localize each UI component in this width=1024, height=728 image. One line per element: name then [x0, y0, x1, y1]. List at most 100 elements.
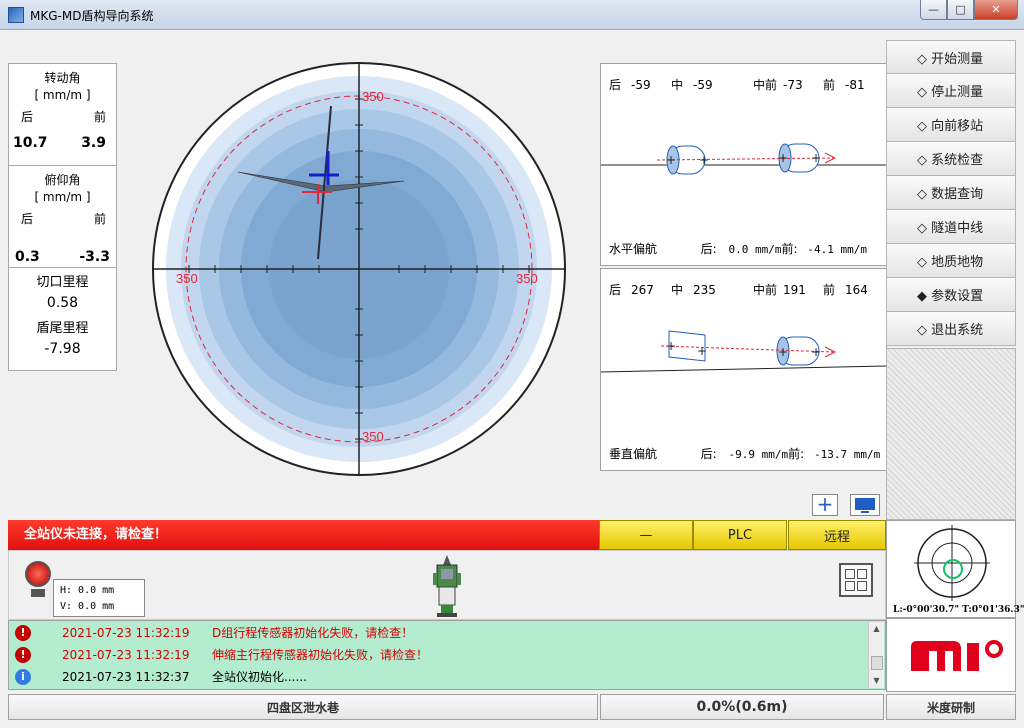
maximize-button[interactable]: □	[947, 0, 974, 20]
svg-text:+: +	[778, 151, 788, 165]
info-icon: i	[15, 669, 31, 685]
move-station-button[interactable]: ◇ 向前移站	[886, 108, 1016, 142]
alert-bar: 全站仪未连接，请检查！	[8, 520, 599, 550]
rotation-title: 转动角	[44, 71, 81, 85]
main-area: 转动角 [ mm/m ] 后 前 10.7 3.9 俯仰角 [ mm/m ] 后…	[8, 30, 1024, 722]
app-icon	[8, 7, 24, 23]
log-row: i 2021-07-23 11:32:37 全站仪初始化......	[9, 667, 869, 687]
log-row: ! 2021-07-23 11:32:19 D组行程传感器初始化失败，请检查！	[9, 623, 869, 643]
pitch-panel: 俯仰角 [ mm/m ] 后 前 0.3 -3.3	[8, 165, 117, 268]
start-measure-button[interactable]: ◇ 开始测量	[886, 40, 1016, 74]
log-scrollbar[interactable]: ▲ ▼	[868, 622, 884, 688]
scroll-up-icon[interactable]: ▲	[869, 622, 884, 636]
error-icon: !	[15, 647, 31, 663]
geology-button[interactable]: ◇ 地质地物	[886, 244, 1016, 278]
company-logo	[886, 618, 1016, 692]
parameter-settings-button[interactable]: ◆ 参数设置	[886, 278, 1016, 312]
prism-icon	[25, 561, 51, 587]
v-coordinate: V: 0.0 mm	[60, 601, 115, 612]
title-bar: MKG-MD盾构导向系统 — □ ✕	[0, 0, 1024, 30]
progress-field: 0.0%(0.6m)	[600, 694, 884, 720]
vertical-rear-label: 后:	[700, 447, 717, 461]
pitch-front-label: 前	[93, 212, 106, 226]
data-query-button[interactable]: ◇ 数据查询	[886, 176, 1016, 210]
vertical-title: 垂直偏航	[609, 447, 658, 461]
rotation-rear-label: 后	[21, 110, 34, 124]
pitch-front-value: -3.3	[79, 249, 110, 265]
horizontal-front-label: 前:	[781, 242, 798, 256]
mido-logo	[911, 640, 1003, 671]
menu-filler	[886, 348, 1016, 520]
cut-mileage-value: 0.58	[46, 295, 79, 311]
svg-text:+: +	[811, 151, 821, 165]
rotation-panel: 转动角 [ mm/m ] 后 前 10.7 3.9	[8, 63, 117, 166]
target-circle-view: 350 350 350 350	[152, 62, 566, 476]
total-station-mini-view: L:-0°00'30.7" T:0°01'36.3"	[886, 520, 1024, 618]
location-field: 四盘区泄水巷	[8, 694, 598, 720]
coordinate-readout: H: 0.0 mm V: 0.0 mm	[53, 579, 145, 617]
rotation-unit: [ mm/m ]	[34, 88, 91, 102]
system-check-button[interactable]: ◇ 系统检查	[886, 142, 1016, 176]
log-message: D组行程传感器初始化失败，请检查！	[212, 626, 414, 640]
tunnel-centerline-button[interactable]: ◇ 隧道中线	[886, 210, 1016, 244]
monitor-icon	[855, 498, 875, 510]
status-bar: 四盘区泄水巷 0.0%(0.6m) 米度研制	[8, 694, 1016, 720]
tail-mileage-value: -7.98	[44, 341, 81, 357]
instrument-panel: H: 0.0 mm V: 0.0 mm	[8, 550, 886, 620]
mini-target	[914, 525, 990, 601]
minimize-button[interactable]: —	[920, 0, 947, 20]
brand-field: 米度研制	[886, 694, 1016, 720]
exit-system-button[interactable]: ◇ 退出系统	[886, 312, 1016, 346]
event-log: ! 2021-07-23 11:32:19 D组行程传感器初始化失败，请检查！ …	[8, 620, 886, 690]
log-time: 2021-07-23 11:32:19	[62, 626, 190, 640]
stop-measure-button[interactable]: ◇ 停止测量	[886, 74, 1016, 108]
grid-view-button[interactable]	[839, 563, 873, 597]
rotation-rear-value: 10.7	[13, 135, 48, 151]
remote-button[interactable]: 远程	[788, 520, 886, 550]
target-right-label: 350	[516, 271, 538, 286]
rotation-front-value: 3.9	[81, 135, 106, 151]
vertical-front-label: 前:	[788, 447, 805, 461]
rotation-front-label: 前	[93, 110, 106, 124]
plc-button[interactable]: PLC	[693, 520, 787, 550]
vertical-deviation-graphic: + + + +	[601, 330, 886, 373]
tail-mileage-label: 盾尾里程	[36, 321, 89, 336]
window-controls: — □ ✕	[920, 0, 1018, 20]
vertical-rear-value: -9.9 mm/m	[728, 448, 789, 461]
vertical-front-value: -13.7 mm/m	[814, 448, 881, 461]
pitch-rear-value: 0.3	[15, 249, 40, 265]
target-left-label: 350	[176, 271, 198, 286]
vertical-footer: 垂直偏航 后: -9.9 mm/m前: -13.7 mm/m	[609, 445, 880, 462]
horizontal-deviation-panel: 后 -59 中 -59 中前 -73 前 -81 + + + + 水平偏航 后: 0.0 mm…	[600, 63, 887, 266]
horizontal-title: 水平偏航	[609, 242, 658, 256]
mileage-panel: 切口里程 0.58 盾尾里程 -7.98	[8, 267, 117, 371]
svg-text:+: +	[697, 344, 707, 358]
vertical-deviation-panel: 后 267 中 235 中前 191 前 164 + + + + 垂直偏航 后: -9.9 m…	[600, 268, 887, 471]
zoom-in-button[interactable]: +	[812, 494, 838, 516]
h-coordinate: H: 0.0 mm	[60, 585, 115, 596]
target-bottom-label: 350	[362, 429, 384, 444]
command-menu: ◇ 开始测量 ◇ 停止测量 ◇ 向前移站 ◇ 系统检查 ◇ 数据查询 ◇ 隧道中…	[886, 40, 1016, 346]
cut-mileage-label: 切口里程	[36, 275, 89, 290]
scroll-thumb[interactable]	[871, 656, 883, 670]
pitch-unit: [ mm/m ]	[34, 190, 91, 204]
svg-text:+: +	[811, 345, 821, 359]
svg-text:+: +	[699, 153, 709, 167]
horizontal-rear-label: 后:	[700, 242, 717, 256]
pitch-title: 俯仰角	[44, 173, 81, 187]
svg-text:+: +	[666, 153, 676, 167]
mini-angle-readout: L:-0°00'30.7" T:0°01'36.3"	[893, 605, 1024, 615]
log-time: 2021-07-23 11:32:19	[62, 648, 190, 662]
log-message: 全站仪初始化......	[212, 670, 307, 684]
scroll-down-icon[interactable]: ▼	[869, 674, 884, 688]
log-row: ! 2021-07-23 11:32:19 伸缩主行程传感器初始化失败，请检查！	[9, 645, 869, 665]
close-button[interactable]: ✕	[974, 0, 1018, 20]
pitch-rear-label: 后	[21, 212, 34, 226]
status-button-dash[interactable]: —	[599, 520, 693, 550]
monitor-button[interactable]	[850, 494, 880, 516]
log-time: 2021-07-23 11:32:37	[62, 670, 190, 684]
log-message: 伸缩主行程传感器初始化失败，请检查！	[212, 648, 429, 662]
target-top-label: 350	[362, 89, 384, 104]
error-icon: !	[15, 625, 31, 641]
horizontal-footer: 水平偏航 后: 0.0 mm/m前: -4.1 mm/m	[609, 240, 867, 257]
